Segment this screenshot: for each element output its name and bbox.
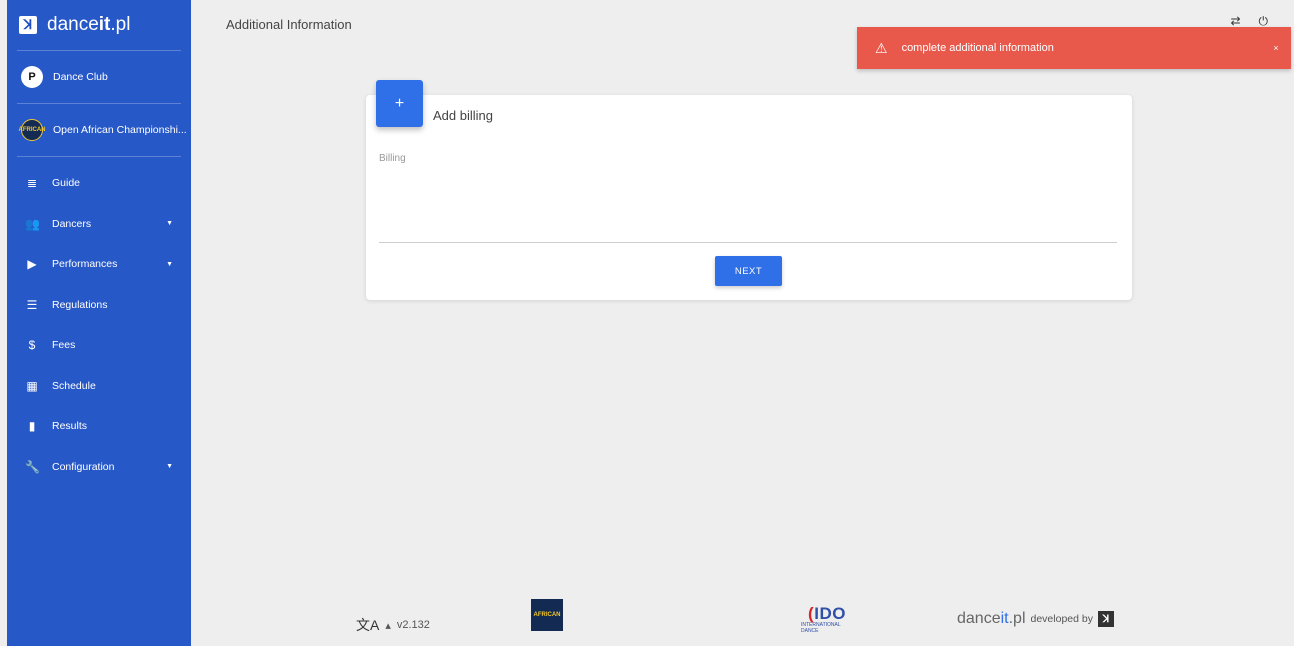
developed-by-label: developed by [1030, 613, 1093, 625]
billing-field-label: Billing [379, 153, 406, 164]
sidebar-item-regulations[interactable]: ☰ Regulations [7, 285, 191, 326]
footer: 文A ▴ v2.132 AFRICAN (IDO INTERNATIONAL D… [191, 596, 1294, 646]
ido-logo: (IDO INTERNATIONAL DANCE [801, 604, 846, 634]
sidebar-item-results[interactable]: ▮ Results [7, 406, 191, 447]
developer-logo-icon: ꓘ [1097, 611, 1114, 627]
toast-message: complete additional information [901, 42, 1054, 54]
add-billing-button[interactable]: + [376, 80, 423, 127]
sidebar-item-label: Results [52, 420, 88, 433]
sidebar-item-label: Guide [52, 177, 81, 190]
caret-down-icon[interactable]: ▼ [166, 220, 173, 227]
close-icon[interactable]: × [1261, 43, 1291, 53]
configuration-icon: 🔧 [25, 459, 40, 474]
sidebar-item-guide[interactable]: ≣ Guide [7, 163, 191, 204]
club-label: Dance Club [53, 71, 108, 83]
sidebar-item-label: Performances [52, 258, 118, 271]
sidebar-divider [17, 156, 181, 157]
card-title: Add billing [433, 108, 493, 123]
sidebar-item-label: Schedule [52, 379, 96, 392]
caret-down-icon[interactable]: ▼ [166, 463, 173, 470]
error-toast: ⚠ complete additional information × [857, 27, 1291, 69]
page-title: Additional Information [226, 17, 352, 32]
brand-logo-icon: ꓘ [19, 16, 37, 34]
club-avatar: P [21, 66, 43, 88]
regulations-icon: ☰ [26, 297, 38, 312]
developer-credit: danceit.pl developed by ꓘ [957, 610, 1114, 628]
warning-icon: ⚠ [875, 39, 888, 56]
sidebar-item-label: Regulations [52, 298, 108, 311]
sidebar: ꓘ danceit.pl P Dance Club AFRICAN Open A… [7, 0, 191, 646]
next-button[interactable]: NEXT [715, 256, 782, 286]
language-selector[interactable]: 文A ▴ v2.132 [356, 615, 430, 635]
sidebar-nav: ≣ Guide 👥 Dancers ▼ ▶ Performances ▼ ☰ Regulation… [7, 163, 191, 487]
schedule-icon: ▦ [26, 378, 38, 393]
event-selector[interactable]: AFRICAN Open African Championshi... [7, 104, 191, 156]
sidebar-item-label: Fees [52, 339, 76, 352]
club-selector[interactable]: P Dance Club [7, 51, 191, 103]
billing-field[interactable] [379, 165, 1117, 243]
caret-down-icon[interactable]: ▼ [166, 261, 173, 268]
championship-logo: AFRICAN [531, 599, 563, 631]
billing-card: + Add billing Billing NEXT [366, 80, 1132, 300]
brand[interactable]: ꓘ danceit.pl [7, 0, 191, 50]
guide-icon: ≣ [26, 176, 38, 191]
sidebar-item-label: Configuration [52, 460, 115, 473]
brand-name: danceit.pl [47, 14, 131, 35]
footer-brand-name: danceit.pl [957, 610, 1026, 627]
version-label: v2.132 [396, 619, 430, 631]
sidebar-item-performances[interactable]: ▶ Performances ▼ [7, 244, 191, 285]
caret-up-icon: ▴ [385, 619, 391, 632]
sidebar-item-fees[interactable]: $ Fees [7, 325, 191, 366]
event-avatar: AFRICAN [19, 119, 46, 141]
sidebar-item-label: Dancers [52, 217, 92, 230]
sidebar-item-schedule[interactable]: ▦ Schedule [7, 366, 191, 407]
translate-icon: 文A [356, 617, 380, 633]
event-label: Open African Championshi... [53, 124, 187, 136]
sidebar-item-configuration[interactable]: 🔧 Configuration ▼ [7, 447, 191, 488]
performances-icon: ▶ [27, 257, 37, 272]
sidebar-item-dancers[interactable]: 👥 Dancers ▼ [7, 204, 191, 245]
results-icon: ▮ [28, 419, 36, 434]
dancers-icon: 👥 [25, 216, 40, 231]
fees-icon: $ [28, 338, 36, 353]
